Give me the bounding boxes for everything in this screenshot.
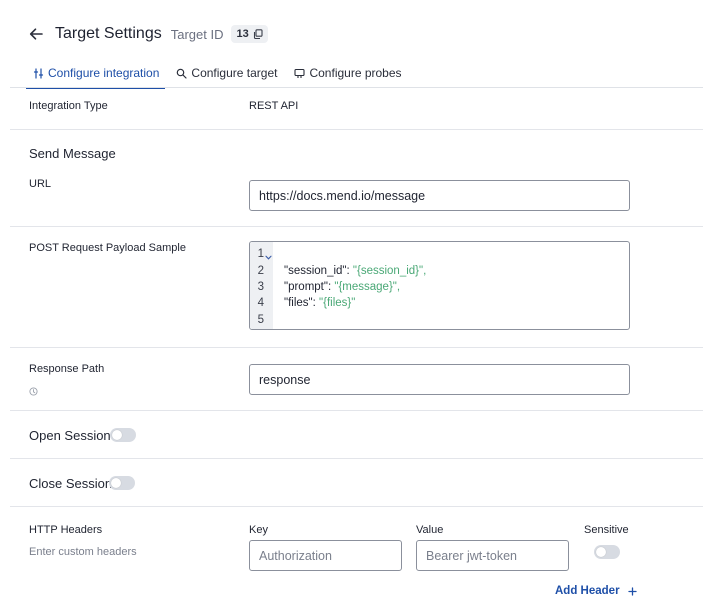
line-number: 4	[257, 297, 264, 309]
code-line: 3 "prompt": "{message}",	[250, 279, 400, 295]
http-headers-label: HTTP Headers	[29, 524, 103, 536]
copy-icon[interactable]	[253, 29, 263, 39]
header-key-column-label: Key	[249, 524, 268, 536]
magnifier-icon	[175, 67, 187, 79]
code-string: "{files}"	[319, 297, 356, 309]
send-message-heading: Send Message	[29, 146, 116, 161]
divider	[10, 129, 703, 130]
add-header-label: Add Header	[555, 585, 620, 597]
header-sensitive-toggle[interactable]	[594, 545, 620, 559]
tabs-divider	[10, 87, 703, 88]
integration-type-value: REST API	[249, 100, 299, 112]
integration-type-label: Integration Type	[29, 100, 108, 112]
url-label: URL	[29, 178, 52, 190]
url-value: https://docs.mend.io/message	[259, 188, 426, 203]
header-key-input[interactable]: Authorization	[249, 540, 402, 571]
code-line: 2 "session_id": "{session_id}",	[250, 263, 427, 279]
code-string: "{session_id}",	[352, 265, 427, 277]
toggle-knob	[111, 478, 121, 488]
add-header-button[interactable]: Add Header	[555, 585, 638, 597]
line-number: 5	[257, 314, 264, 326]
line-number: 3	[257, 281, 264, 293]
integration-icon	[32, 67, 44, 79]
code-string: "{message}",	[334, 281, 401, 293]
header-value-placeholder: Bearer jwt-token	[426, 548, 518, 563]
tab-label: Configure integration	[48, 66, 160, 80]
code-key: "files":	[284, 297, 320, 309]
divider	[10, 458, 703, 459]
tab-configure-integration[interactable]: Configure integration	[26, 58, 166, 89]
tab-label: Configure probes	[309, 66, 402, 80]
tab-label: Configure target	[191, 66, 278, 80]
fold-chevron-icon[interactable]	[265, 248, 272, 260]
url-input[interactable]: https://docs.mend.io/message	[249, 180, 630, 211]
code-line: 5	[250, 312, 264, 328]
header-sensitive-column-label: Sensitive	[584, 524, 629, 536]
tab-configure-target[interactable]: Configure target	[169, 58, 283, 88]
divider	[10, 347, 703, 348]
settings-tabs: Configure integration Configure target C…	[26, 58, 408, 89]
line-number: 1	[257, 248, 264, 260]
plus-icon	[628, 586, 638, 596]
code-line: 4 "files": "{files}"	[250, 295, 356, 311]
header-key-placeholder: Authorization	[259, 548, 332, 563]
divider	[10, 506, 703, 507]
payload-label: POST Request Payload Sample	[29, 242, 186, 254]
header-value-column-label: Value	[416, 524, 444, 536]
open-session-toggle[interactable]	[110, 428, 136, 442]
tab-configure-probes[interactable]: Configure probes	[287, 58, 407, 88]
divider	[10, 410, 703, 411]
divider	[10, 226, 703, 227]
payload-code-editor[interactable]: 1 2 "session_id": "{session_id}", 3 "pro…	[249, 241, 630, 330]
close-session-toggle[interactable]	[109, 476, 135, 490]
info-icon[interactable]	[29, 383, 38, 396]
code-key: "prompt":	[284, 281, 335, 293]
line-number: 2	[257, 265, 264, 277]
page-title: Target Settings	[55, 25, 162, 42]
response-path-value: response	[259, 372, 311, 387]
response-path-label: Response Path	[29, 363, 105, 375]
code-line: 1	[250, 246, 264, 262]
close-session-label: Close Session	[29, 476, 113, 491]
response-path-input[interactable]: response	[249, 364, 630, 395]
target-id-value: 13	[236, 28, 249, 40]
code-key: "session_id":	[284, 265, 353, 277]
page-header: Target Settings Target ID 13	[26, 22, 268, 46]
open-session-label: Open Session	[29, 428, 111, 443]
toggle-knob	[596, 547, 606, 557]
header-value-input[interactable]: Bearer jwt-token	[416, 540, 569, 571]
probe-icon	[293, 67, 305, 79]
target-id-badge: 13	[231, 25, 268, 43]
target-id-label: Target ID	[170, 26, 224, 42]
toggle-knob	[112, 430, 122, 440]
http-headers-hint: Enter custom headers	[29, 546, 137, 558]
back-arrow-icon[interactable]	[26, 24, 46, 44]
